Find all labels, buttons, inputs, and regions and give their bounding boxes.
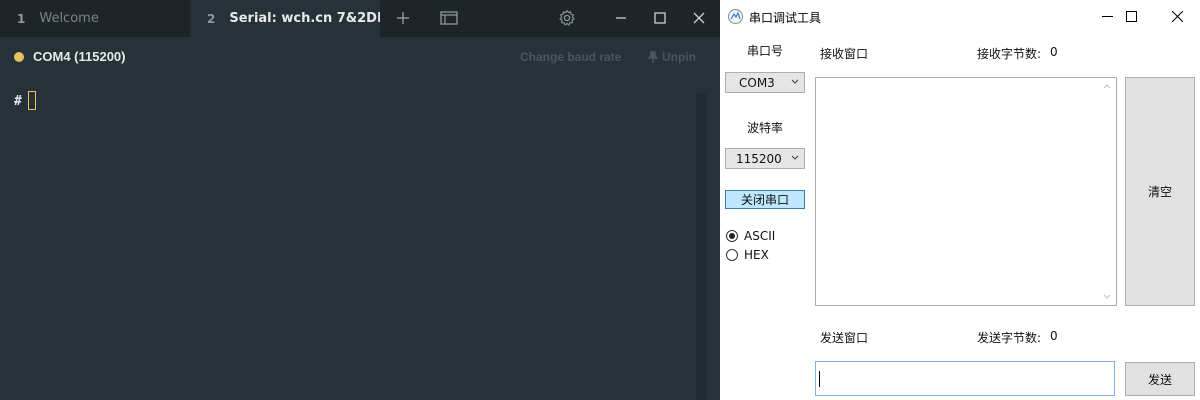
baud-rate-select[interactable]: 115200 — [725, 148, 805, 169]
terminal-scrollbar[interactable] — [696, 93, 706, 400]
receive-scrollbar[interactable] — [1099, 78, 1116, 305]
hex-radio[interactable]: HEX — [726, 248, 769, 262]
port-label: COM4 (115200) — [33, 49, 126, 64]
tab-number: 2 — [207, 11, 216, 26]
hex-radio-circle[interactable] — [726, 249, 738, 261]
maximize-button[interactable] — [1108, 0, 1154, 33]
close-port-button[interactable]: 关闭串口 — [725, 190, 805, 209]
clear-button-label: 清空 — [1147, 185, 1172, 199]
chevron-down-icon — [1103, 294, 1111, 299]
receive-window-label: 接收窗口 — [820, 47, 869, 61]
baud-rate-label: 波特率 — [747, 121, 784, 135]
send-window-label: 发送窗口 — [820, 331, 869, 345]
receive-count-value: 0 — [1050, 45, 1058, 59]
baud-rate-select-value: 115200 — [736, 151, 782, 166]
close-icon — [1171, 11, 1183, 22]
plus-icon[interactable] — [392, 7, 414, 29]
receive-textarea[interactable] — [815, 77, 1117, 306]
close-button[interactable] — [1154, 0, 1200, 33]
unpin-button[interactable]: Unpin — [648, 50, 696, 64]
chevron-down-icon — [791, 155, 799, 160]
tab-label: Welcome — [39, 11, 99, 26]
close-port-button-label: 关闭串口 — [740, 193, 789, 207]
port-number-label: 串口号 — [747, 44, 784, 58]
chevron-down-icon — [791, 79, 799, 84]
send-button[interactable]: 发送 — [1125, 362, 1195, 396]
gear-icon[interactable] — [556, 7, 578, 29]
ascii-radio-label: ASCII — [744, 229, 776, 243]
window-icon[interactable] — [438, 7, 460, 29]
tab-label: Serial: wch.cn 7&2DE... — [229, 11, 380, 26]
maximize-icon — [1125, 11, 1137, 22]
send-input[interactable] — [815, 361, 1115, 396]
tab-serial[interactable]: 2 Serial: wch.cn 7&2DE... — [190, 0, 380, 37]
unpin-label: Unpin — [662, 50, 696, 64]
chevron-up-icon — [1103, 84, 1111, 89]
port-select[interactable]: COM3 — [725, 72, 805, 93]
tab-welcome[interactable]: 1 Welcome — [0, 0, 190, 37]
terminal-cursor — [28, 91, 36, 110]
send-count-label: 发送字节数: — [977, 331, 1042, 345]
ascii-radio-circle[interactable] — [726, 230, 738, 242]
receive-count-label: 接收字节数: — [977, 47, 1042, 61]
hex-radio-label: HEX — [744, 248, 769, 262]
tab-bar: 1 Welcome 2 Serial: wch.cn 7&2DE... — [0, 0, 720, 37]
text-caret — [819, 371, 820, 387]
window-title: 串口调试工具 — [749, 11, 822, 25]
tab-number: 1 — [17, 11, 26, 26]
minimize-icon[interactable] — [610, 7, 632, 29]
ascii-radio[interactable]: ASCII — [726, 229, 775, 243]
serial-debug-tool-window: 串口调试工具 串口号 COM3 波特率 115200 关闭串口 ASCII HE… — [720, 0, 1200, 400]
title-bar: 串口调试工具 — [720, 0, 1200, 33]
connection-status-dot — [14, 52, 24, 62]
close-icon[interactable] — [688, 7, 710, 29]
app-icon — [727, 8, 744, 25]
serial-monitor-window: 1 Welcome 2 Serial: wch.cn 7&2DE... COM4… — [0, 0, 720, 400]
terminal-prompt: # — [14, 94, 22, 109]
port-select-value: COM3 — [739, 75, 775, 90]
maximize-icon[interactable] — [649, 7, 671, 29]
pin-icon — [648, 51, 658, 63]
clear-button[interactable]: 清空 — [1125, 77, 1195, 306]
change-baud-rate-button[interactable]: Change baud rate — [520, 50, 621, 64]
send-count-value: 0 — [1050, 329, 1058, 343]
send-button-label: 发送 — [1147, 372, 1172, 387]
terminal-output[interactable]: # — [0, 77, 720, 400]
connection-status-bar: COM4 (115200) Change baud rate Unpin — [0, 37, 720, 77]
